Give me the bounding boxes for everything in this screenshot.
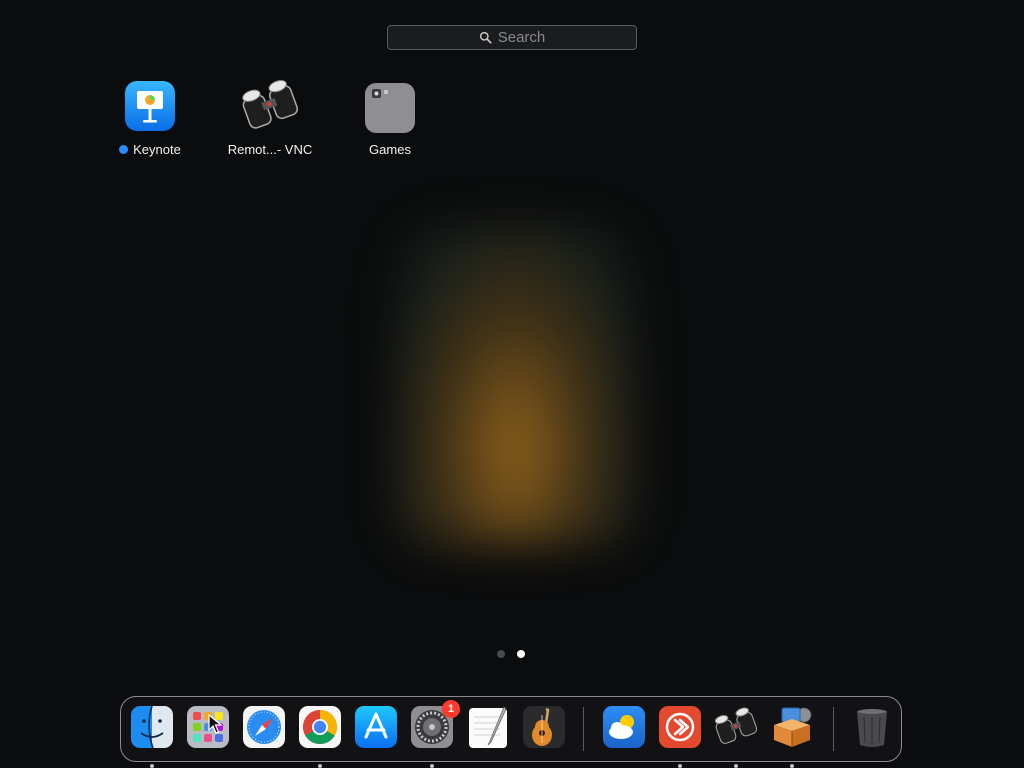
app-store-icon — [355, 706, 397, 748]
dock-item-garageband[interactable] — [522, 705, 566, 749]
search-icon — [479, 31, 492, 44]
running-indicator — [790, 764, 794, 768]
search-field[interactable]: Search — [387, 25, 637, 50]
page-dot-current[interactable] — [517, 650, 525, 658]
dock-item-textedit[interactable] — [466, 705, 510, 749]
search-placeholder: Search — [497, 29, 546, 46]
app-games-folder[interactable]: Games — [330, 78, 450, 157]
running-indicator — [678, 764, 682, 768]
dock-item-weather[interactable] — [602, 705, 646, 749]
background-blur — [395, 225, 635, 545]
new-app-dot — [119, 145, 129, 154]
app-keynote[interactable]: Keynote — [90, 78, 210, 157]
dock-item-finder[interactable] — [130, 705, 174, 768]
dock-item-trash[interactable] — [850, 705, 894, 749]
remote-vnc-icon — [242, 78, 299, 134]
dock-item-safari[interactable] — [242, 705, 286, 749]
games-folder-icon — [362, 78, 418, 134]
trash-icon — [857, 709, 887, 747]
app-label: Remot...- VNC — [227, 142, 313, 157]
app-remote-vnc[interactable]: Remot...- VNC — [210, 78, 330, 157]
dock-item-installer[interactable] — [770, 705, 814, 768]
dock: 1 — [120, 696, 902, 768]
garageband-icon — [523, 706, 565, 748]
notification-badge: 1 — [442, 700, 460, 718]
finder-icon — [131, 705, 173, 749]
app-label: Keynote — [133, 142, 181, 157]
running-indicator — [318, 764, 322, 768]
app-label: Games — [369, 142, 411, 157]
installer-icon — [774, 707, 812, 747]
textedit-icon — [469, 706, 507, 748]
page-dot[interactable] — [497, 650, 505, 658]
mouse-cursor-icon — [208, 714, 222, 734]
dock-item-app-store[interactable] — [354, 705, 398, 749]
chrome-icon — [299, 706, 341, 748]
running-indicator — [430, 764, 434, 768]
dock-item-system-preferences[interactable]: 1 — [410, 700, 460, 768]
dock-item-chrome[interactable] — [298, 705, 342, 768]
dock-separator — [583, 707, 584, 751]
keynote-icon — [122, 78, 178, 134]
page-indicator — [497, 650, 525, 658]
remote-vnc-icon — [714, 707, 758, 744]
safari-icon — [243, 706, 285, 748]
dock-item-remote-vnc[interactable] — [714, 705, 758, 768]
dock-separator — [833, 707, 834, 751]
running-indicator — [734, 764, 738, 768]
running-indicator — [150, 764, 154, 768]
remote-desktop-icon — [659, 706, 701, 748]
weather-icon — [603, 706, 645, 748]
dock-item-remote-desktop[interactable] — [658, 705, 702, 768]
